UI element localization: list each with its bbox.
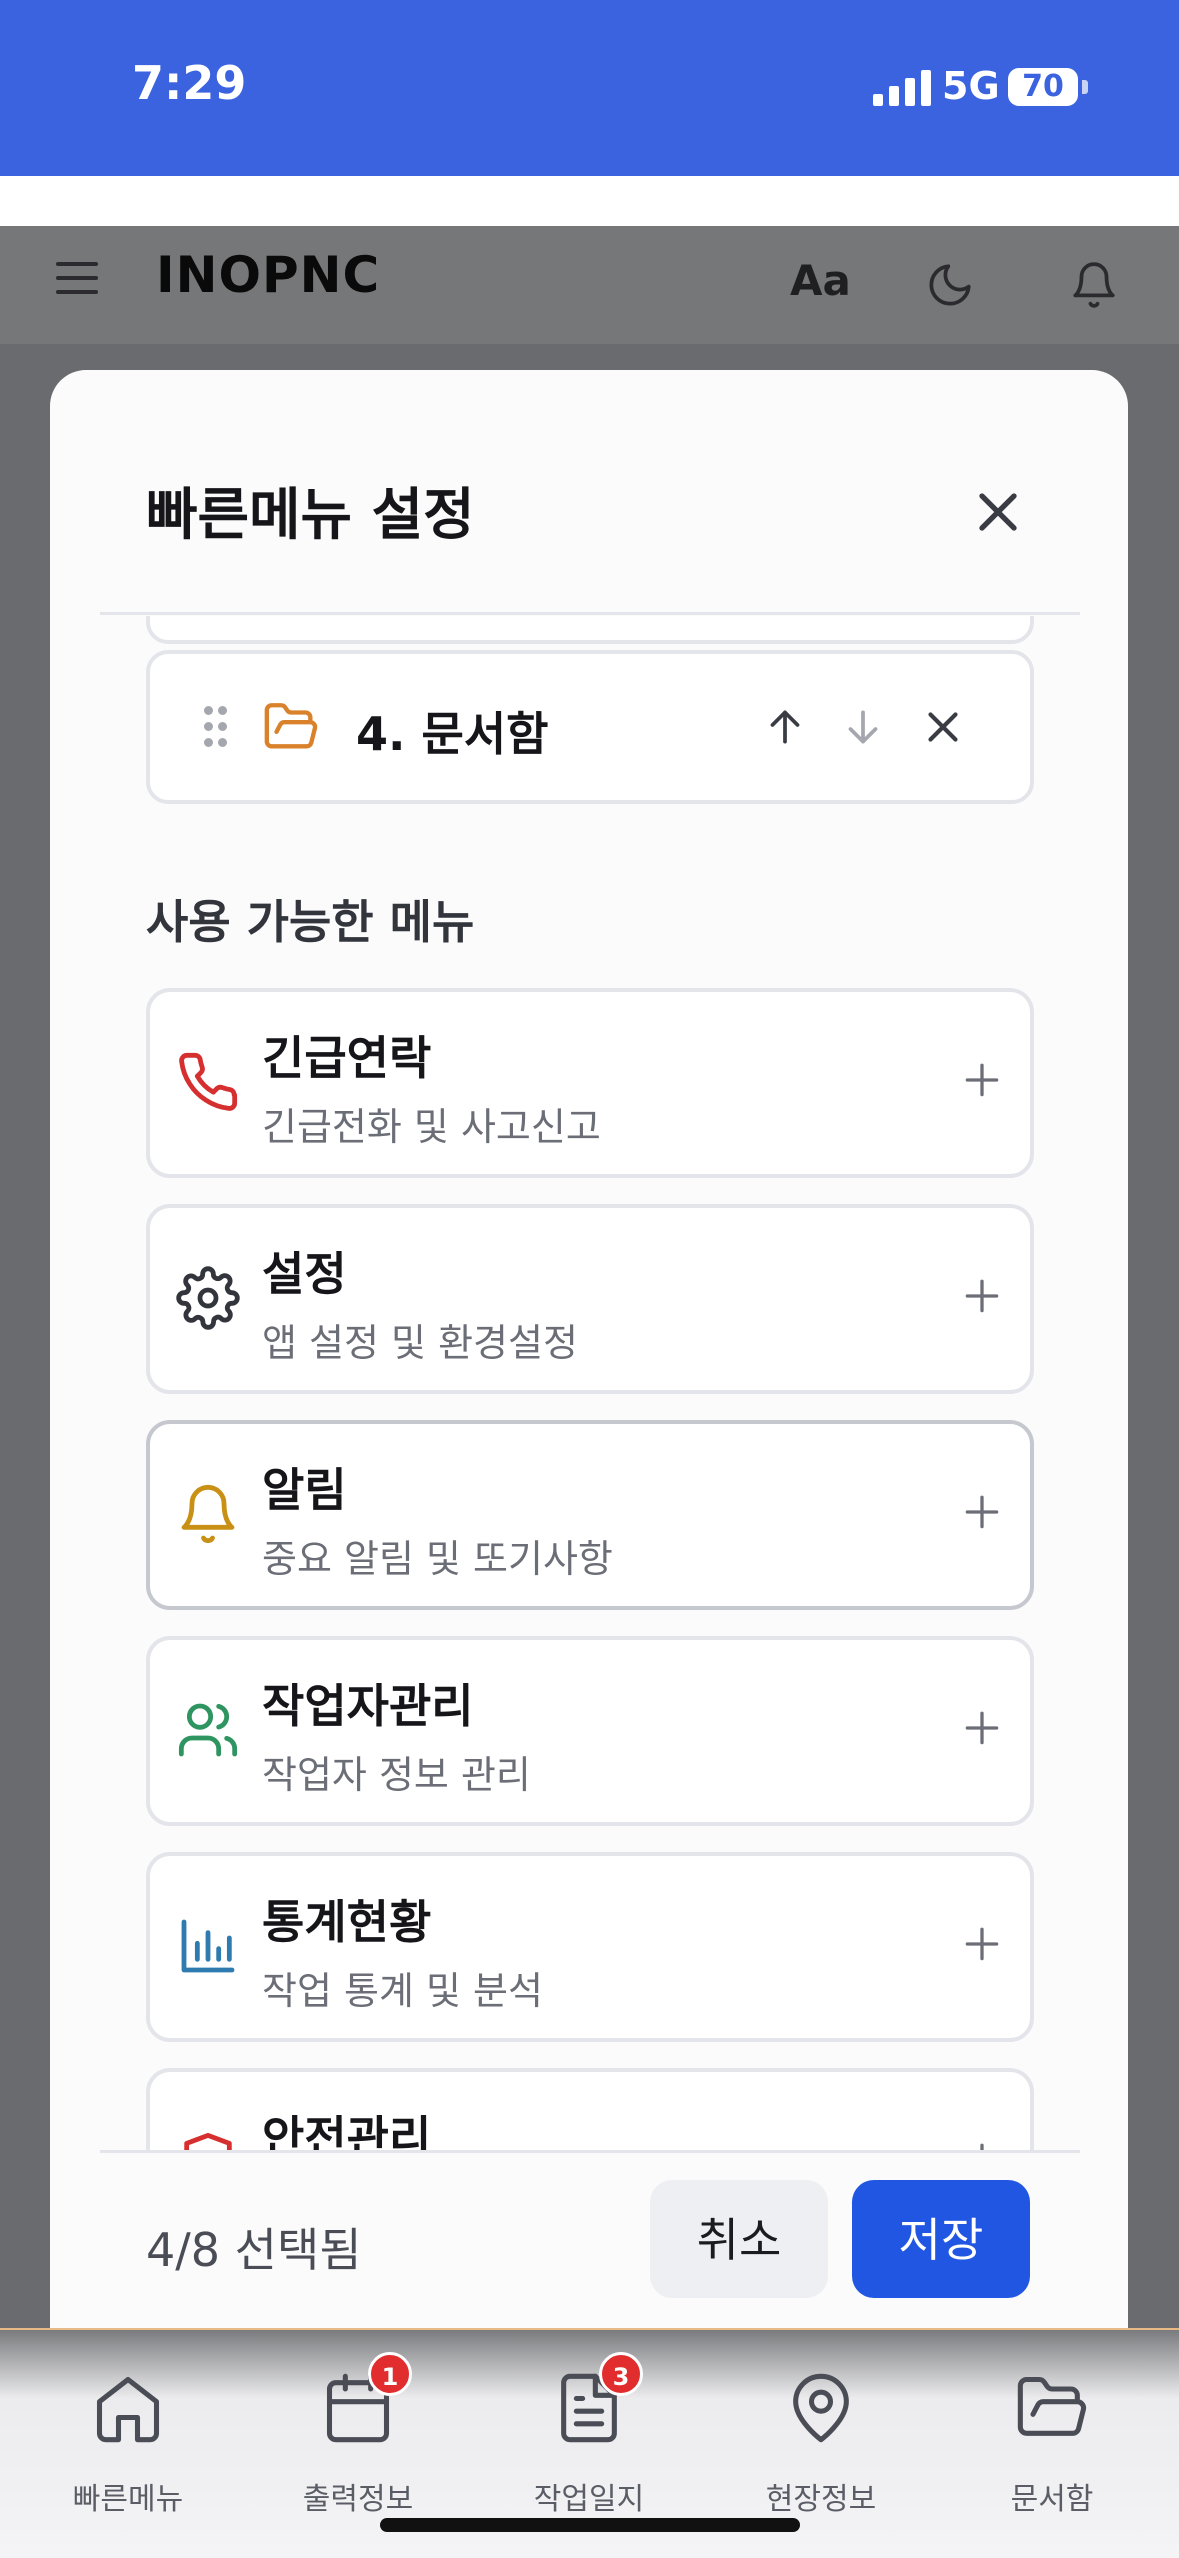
item-subtitle: 앱 설정 및 환경설정 [262, 1321, 578, 1365]
bell-icon [181, 1484, 235, 1544]
battery-icon: 70 [1008, 68, 1078, 106]
move-up-icon[interactable] [760, 702, 810, 752]
selected-item-documents[interactable]: 4. 문서함 [146, 650, 1034, 804]
selection-count: 4/8 선택됨 [146, 2223, 362, 2277]
nav-label: 빠른메뉴 [72, 2482, 184, 2517]
selected-item-partial [146, 616, 1034, 644]
home-indicator [380, 2518, 800, 2532]
app-header: INOPNC Aa [0, 226, 1179, 344]
menu-scroll-area[interactable]: 4. 문서함 사용 가능한 메뉴 긴급연락 긴급전화 및 사고신고 설정 앱 설… [50, 616, 1128, 2370]
item-subtitle: 긴급전화 및 사고신고 [262, 1105, 601, 1149]
bar-chart-icon [181, 1919, 235, 1973]
item-title: 설정 [262, 1247, 347, 1301]
add-icon[interactable] [960, 1490, 1004, 1534]
cancel-button[interactable]: 취소 [650, 2180, 828, 2298]
available-item-settings[interactable]: 설정 앱 설정 및 환경설정 [146, 1204, 1034, 1394]
add-icon[interactable] [960, 1706, 1004, 1750]
footer-divider [100, 2150, 1080, 2153]
folder-icon [264, 703, 318, 749]
status-time: 7:29 [132, 56, 247, 110]
remove-icon[interactable] [918, 702, 968, 752]
nav-work-log[interactable]: 3 작업일지 [479, 2352, 699, 2520]
close-icon[interactable] [966, 480, 1030, 544]
header-divider [100, 612, 1080, 615]
folder-icon [1017, 2376, 1087, 2436]
item-subtitle: 작업자 정보 관리 [262, 1753, 531, 1797]
nav-quick-menu[interactable]: 빠른메뉴 [18, 2370, 238, 2520]
nav-label: 문서함 [1010, 2482, 1094, 2517]
nav-label: 출력정보 [302, 2482, 414, 2517]
item-title: 알림 [262, 1463, 347, 1517]
drag-handle-icon[interactable] [204, 706, 228, 748]
top-spacer [0, 176, 1179, 226]
nav-label: 현장정보 [765, 2482, 877, 2517]
signal-icon [873, 70, 933, 106]
status-bar: 7:29 5G 70 [0, 0, 1179, 176]
home-icon [96, 2376, 160, 2443]
nav-documents[interactable]: 문서함 [942, 2370, 1162, 2520]
notification-badge: 3 [599, 2352, 643, 2396]
available-item-notifications[interactable]: 알림 중요 알림 및 또기사항 [146, 1420, 1034, 1610]
map-pin-icon [793, 2373, 849, 2443]
phone-icon [179, 1052, 238, 1111]
available-item-statistics[interactable]: 통계현황 작업 통계 및 분석 [146, 1852, 1034, 2042]
item-subtitle: 중요 알림 및 또기사항 [262, 1537, 613, 1581]
modal-title: 빠른메뉴 설정 [146, 483, 475, 548]
users-icon [178, 1703, 238, 1757]
notification-badge: 1 [368, 2352, 412, 2396]
network-type: 5G [942, 64, 1000, 108]
nav-site-info[interactable]: 현장정보 [711, 2370, 931, 2520]
add-icon[interactable] [960, 1274, 1004, 1318]
font-size-button[interactable]: Aa [790, 256, 851, 305]
add-icon[interactable] [960, 1058, 1004, 1102]
brand-logo[interactable]: INOPNC [156, 246, 380, 304]
item-title: 긴급연락 [262, 1031, 432, 1085]
move-down-icon[interactable] [838, 702, 888, 752]
quick-menu-settings-modal: 빠른메뉴 설정 4. 문서함 사용 가능한 메뉴 긴급연락 긴급전화 및 사고신… [50, 370, 1128, 2370]
available-item-emergency[interactable]: 긴급연락 긴급전화 및 사고신고 [146, 988, 1034, 1178]
nav-output-info[interactable]: 1 출력정보 [248, 2352, 468, 2520]
gear-icon [176, 1266, 240, 1330]
save-button[interactable]: 저장 [852, 2180, 1030, 2298]
item-title: 작업자관리 [262, 1679, 474, 1733]
battery-nub [1082, 80, 1088, 94]
moon-icon[interactable] [925, 260, 975, 310]
bell-icon[interactable] [1069, 260, 1119, 310]
available-item-worker-management[interactable]: 작업자관리 작업자 정보 관리 [146, 1636, 1034, 1826]
nav-label: 작업일지 [533, 2482, 645, 2517]
item-subtitle: 작업 통계 및 분석 [262, 1969, 543, 2013]
available-menu-heading: 사용 가능한 메뉴 [146, 895, 475, 949]
item-title: 통계현황 [262, 1895, 432, 1949]
menu-icon[interactable] [52, 258, 102, 298]
selected-item-label: 4. 문서함 [356, 707, 549, 761]
add-icon[interactable] [960, 1922, 1004, 1966]
